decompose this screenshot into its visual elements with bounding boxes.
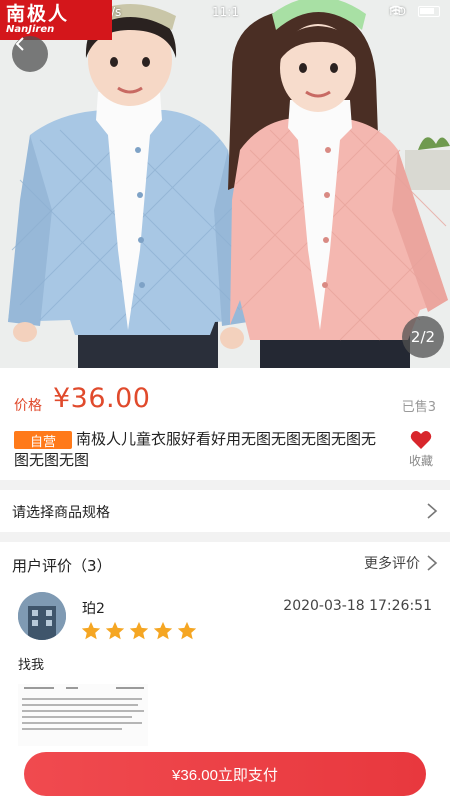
back-button[interactable] bbox=[12, 36, 48, 72]
status-indicators: HD bbox=[389, 5, 440, 18]
chevron-left-icon bbox=[15, 37, 24, 51]
price-value: ¥36.00 bbox=[53, 383, 151, 414]
reviews-title: 用户评价（3） bbox=[12, 557, 112, 575]
reviewer-name: 珀2 bbox=[82, 601, 105, 617]
status-time: 11:1 bbox=[212, 5, 239, 19]
brand-logo-sub: NanJiren bbox=[6, 24, 55, 35]
more-reviews-link[interactable]: 更多评价 bbox=[364, 553, 438, 573]
star-icon bbox=[177, 621, 197, 640]
review-image[interactable] bbox=[18, 684, 148, 746]
more-reviews-label: 更多评价 bbox=[364, 556, 420, 572]
star-icon bbox=[81, 621, 101, 640]
spec-label: 请选择商品规格 bbox=[12, 505, 110, 521]
review-text: 找我 bbox=[18, 658, 45, 673]
star-icon bbox=[153, 621, 173, 640]
pay-now-button[interactable]: ¥36.00立即支付 bbox=[24, 752, 426, 796]
spec-selector[interactable]: 请选择商品规格 bbox=[0, 490, 450, 532]
self-operated-badge: 自营 bbox=[14, 431, 72, 450]
battery-icon bbox=[418, 6, 440, 17]
favorite-label: 收藏 bbox=[408, 454, 433, 468]
star-icon bbox=[129, 621, 149, 640]
product-image-gallery[interactable]: 6.9K/s 11:1 HD 南极人 NanJiren 2/2 bbox=[0, 0, 450, 368]
heart-icon bbox=[410, 431, 432, 449]
chevron-right-icon bbox=[427, 503, 438, 519]
sold-count: 已售3 bbox=[401, 400, 436, 415]
price-label: 价格 bbox=[14, 398, 42, 414]
chevron-right-icon bbox=[427, 555, 438, 571]
image-pager: 2/2 bbox=[402, 316, 444, 358]
product-info: 价格 ¥36.00 已售3 南极人儿童衣服好看好用无图无图无图无图无图无图无图 … bbox=[0, 368, 450, 480]
review-date: 2020-03-18 17:26:51 bbox=[283, 598, 432, 614]
star-icon bbox=[105, 621, 125, 640]
favorite-button[interactable]: 收藏 bbox=[406, 430, 436, 469]
reviewer-avatar bbox=[18, 592, 66, 640]
product-photo bbox=[0, 0, 450, 368]
brand-logo-main: 南极人 bbox=[6, 3, 70, 25]
brand-logo: 南极人 NanJiren bbox=[0, 0, 112, 40]
review-rating bbox=[80, 620, 198, 642]
